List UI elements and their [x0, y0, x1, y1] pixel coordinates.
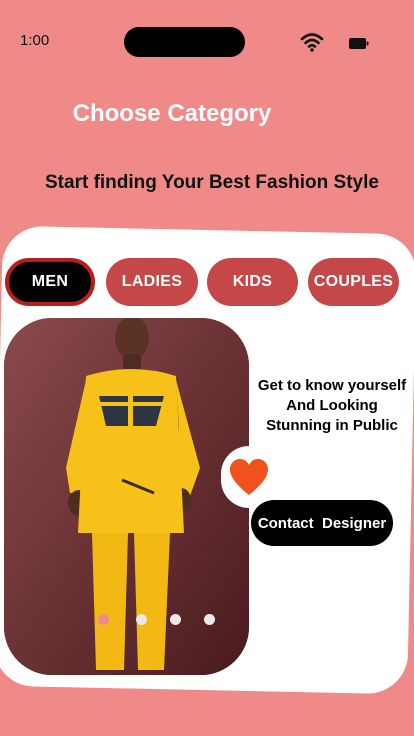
- heart-icon: [230, 459, 268, 495]
- page-title: Choose Category: [72, 100, 272, 127]
- promo-line-2: And Looking: [286, 397, 378, 414]
- tab-kids[interactable]: KIDS: [207, 258, 298, 306]
- promo-text: Get to know yourself And Looking Stunnin…: [248, 376, 414, 436]
- tab-men[interactable]: MEN: [5, 258, 95, 306]
- tab-ladies[interactable]: LADIES: [106, 258, 198, 306]
- promo-line-1: Get to know yourself: [257, 377, 407, 394]
- page-subtitle: Start finding Your Best Fashion Style: [45, 172, 379, 193]
- promo-line-3: Stunning in Public: [266, 417, 398, 434]
- tab-couples[interactable]: COUPLES: [308, 258, 399, 306]
- dynamic-island: [124, 27, 245, 57]
- carousel-dot-3[interactable]: [170, 614, 181, 625]
- battery-icon: [349, 38, 369, 49]
- carousel-dot-2[interactable]: [136, 614, 147, 625]
- status-time: 1:00: [20, 32, 50, 49]
- wifi-icon: [300, 33, 324, 52]
- contact-designer-button[interactable]: Contact Designer: [251, 500, 393, 546]
- carousel-dot-4[interactable]: [204, 614, 215, 625]
- carousel-dot-1[interactable]: [98, 614, 109, 625]
- favorite-button[interactable]: [221, 446, 277, 508]
